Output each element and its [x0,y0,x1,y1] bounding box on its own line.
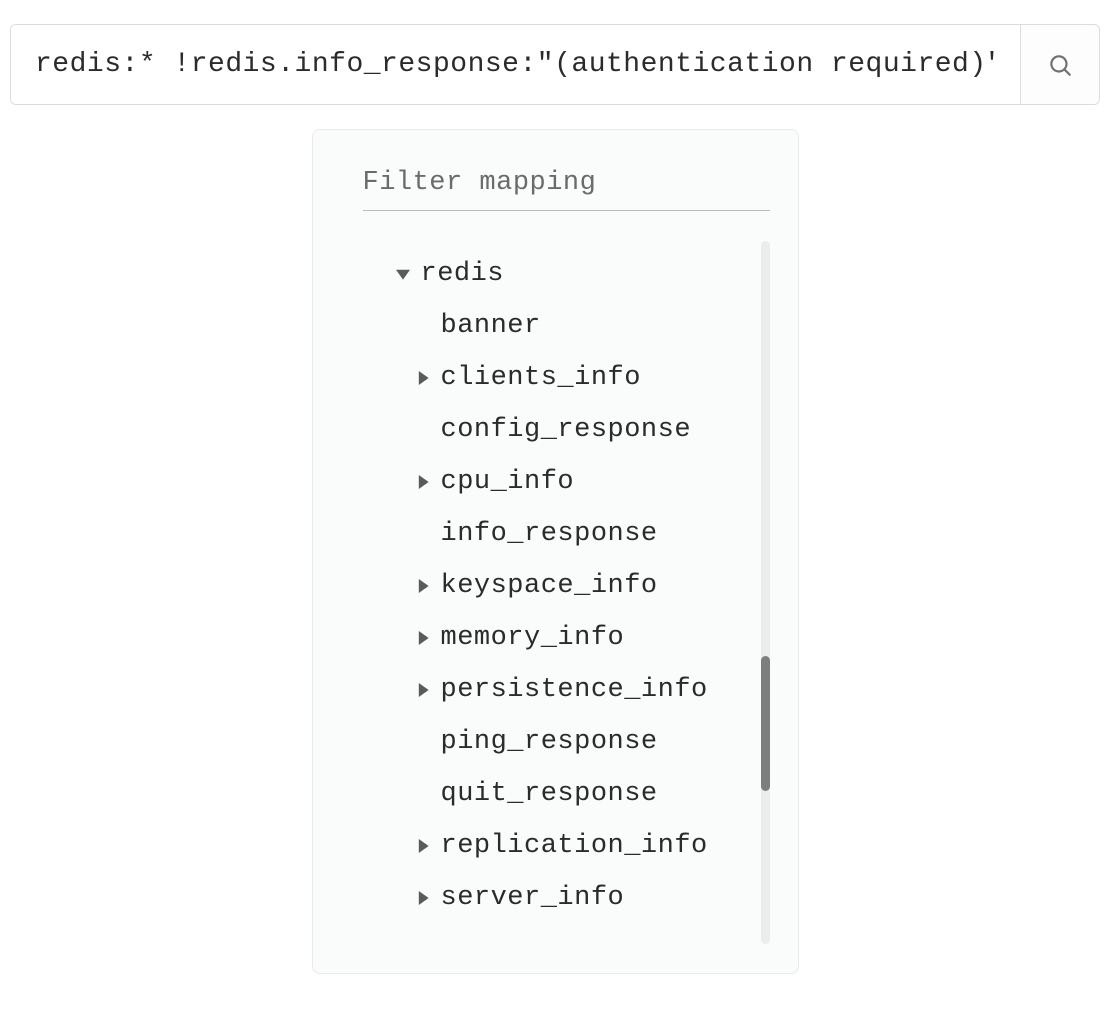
tree-node-banner[interactable]: banner [413,311,761,341]
tree-node-label: keyspace_info [441,571,658,601]
caret-right-icon [413,836,433,856]
tree-node-label: clients_info [441,363,641,393]
tree-node-config-response[interactable]: config_response [413,415,761,445]
tree-node-label: persistence_info [441,675,708,705]
tree-node-memory-info[interactable]: memory_info [413,623,761,653]
tree-node-redis[interactable]: redis [393,259,761,289]
scrollbar-track[interactable] [761,241,770,944]
caret-down-icon [393,264,413,284]
scrollbar-thumb[interactable] [761,656,770,791]
tree: redis banner clients_info config_respons… [363,241,761,973]
tree-node-label: memory_info [441,623,625,653]
tree-node-quit-response[interactable]: quit_response [413,779,761,809]
caret-right-icon [413,628,433,648]
panel-title: Filter mapping [363,168,770,211]
tree-node-label: server_info [441,883,625,913]
caret-right-icon [413,368,433,388]
caret-right-icon [413,888,433,908]
tree-node-label: cpu_info [441,467,575,497]
tree-node-info-response[interactable]: info_response [413,519,761,549]
tree-node-ping-response[interactable]: ping_response [413,727,761,757]
tree-node-server-info[interactable]: server_info [413,883,761,913]
search-icon [1047,52,1073,78]
tree-node-label: ping_response [441,727,658,757]
tree-node-label: redis [421,259,505,289]
tree-node-label: config_response [441,415,692,445]
tree-node-label: quit_response [441,779,658,809]
tree-node-label: info_response [441,519,658,549]
tree-node-label: banner [441,311,541,341]
search-input[interactable] [11,25,1020,104]
search-button[interactable] [1020,25,1099,104]
caret-right-icon [413,472,433,492]
tree-node-persistence-info[interactable]: persistence_info [413,675,761,705]
tree-node-keyspace-info[interactable]: keyspace_info [413,571,761,601]
search-bar [10,24,1100,105]
tree-wrapper: redis banner clients_info config_respons… [363,241,770,973]
caret-right-icon [413,576,433,596]
filter-mapping-panel: Filter mapping redis banner clients_info [312,129,799,974]
tree-node-replication-info[interactable]: replication_info [413,831,761,861]
caret-right-icon [413,680,433,700]
tree-node-cpu-info[interactable]: cpu_info [413,467,761,497]
tree-node-clients-info[interactable]: clients_info [413,363,761,393]
tree-node-label: replication_info [441,831,708,861]
